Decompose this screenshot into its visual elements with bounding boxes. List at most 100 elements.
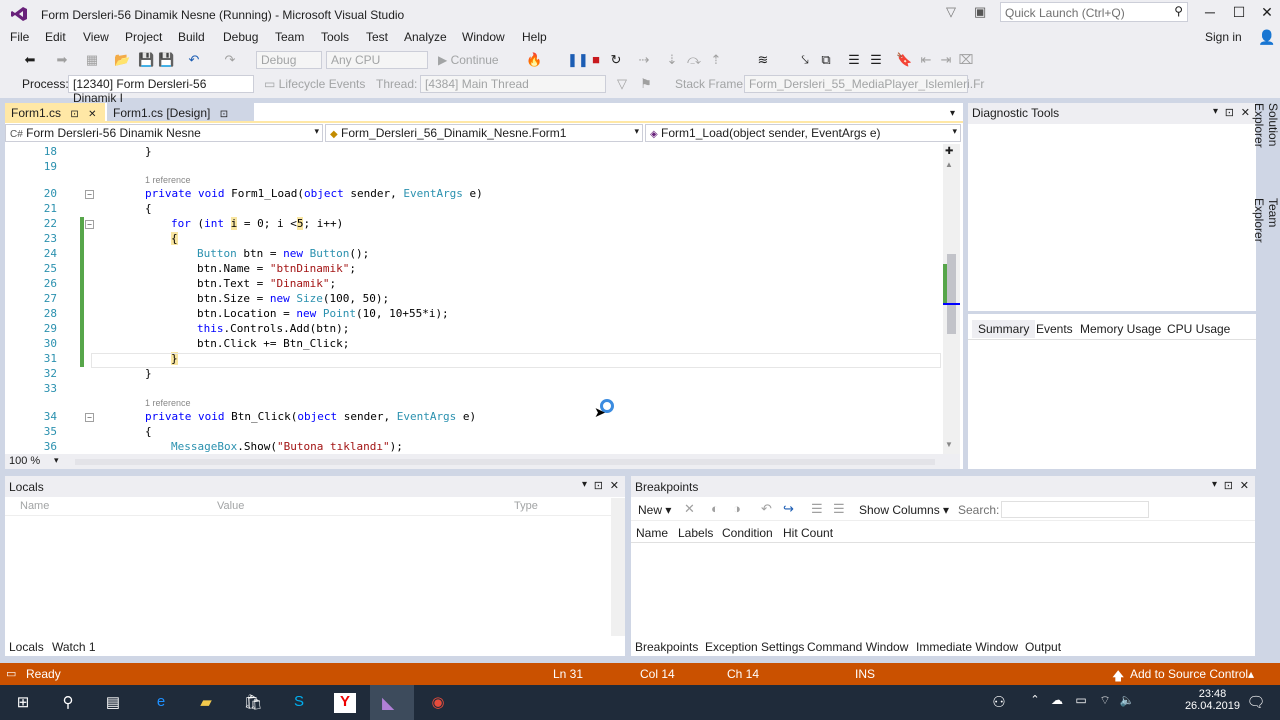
chrome-icon[interactable]: ◉ — [427, 693, 449, 713]
menu-view[interactable]: View — [83, 30, 109, 44]
project-nav-select[interactable]: C# Form Dersleri-56 Dinamik Nesne ▾ — [5, 124, 323, 142]
skype-icon[interactable]: S — [288, 693, 310, 713]
tab-exception-settings[interactable]: Exception Settings — [701, 638, 808, 656]
enable-all-icon[interactable]: ◑ — [733, 501, 741, 516]
export-icon[interactable]: ☰ — [811, 501, 823, 517]
tab-form1-cs[interactable]: Form1.cs ⊡ ✕ — [5, 103, 105, 123]
maximize-button[interactable]: ☐ — [1224, 4, 1254, 21]
collapse-icon[interactable]: − — [85, 190, 94, 199]
pin-icon[interactable]: ⊡ — [70, 109, 78, 120]
people-icon[interactable]: ⚇ — [988, 693, 1010, 713]
menu-build[interactable]: Build — [178, 30, 205, 44]
system-clock[interactable]: 23:48 26.04.2019 — [1185, 688, 1240, 712]
new-project-icon[interactable]: ▦ — [84, 52, 100, 68]
menu-debug[interactable]: Debug — [223, 30, 258, 44]
stop-icon[interactable]: ■ — [588, 52, 604, 67]
chevron-up-icon[interactable]: ▴ — [1248, 667, 1254, 681]
menu-window[interactable]: Window — [462, 30, 505, 44]
member-nav-select[interactable]: ◈ Form1_Load(object sender, EventArgs e)… — [645, 124, 961, 142]
onedrive-icon[interactable]: ☁ — [1046, 693, 1068, 713]
scroll-up-icon[interactable]: ▲ — [945, 160, 953, 169]
menu-edit[interactable]: Edit — [45, 30, 66, 44]
forward-icon[interactable]: ➡ — [54, 52, 70, 68]
locals-scrollbar[interactable] — [611, 498, 625, 636]
breakpoint-search-input[interactable] — [1001, 501, 1149, 518]
pin-icon[interactable]: ⊡ — [1224, 479, 1233, 492]
show-hidden-icons-icon[interactable]: ⌃ — [1024, 693, 1046, 713]
menu-help[interactable]: Help — [522, 30, 547, 44]
tab-events[interactable]: Events — [1036, 322, 1073, 336]
store-icon[interactable]: 🛍 — [242, 693, 264, 713]
tab-locals[interactable]: Locals — [5, 638, 48, 656]
lifecycle-events-button[interactable]: ▭ Lifecycle Events — [264, 77, 365, 91]
show-columns-button[interactable]: Show Columns ▾ — [859, 503, 949, 517]
close-icon[interactable]: ✕ — [1240, 479, 1249, 492]
menu-test[interactable]: Test — [366, 30, 388, 44]
diagnostics-icon[interactable]: ≋ — [755, 52, 771, 68]
notifications-icon[interactable]: 🗨 — [1245, 693, 1267, 713]
toolbar-icon-a[interactable]: ⤥ — [797, 52, 813, 68]
zoom-level[interactable]: 100 % — [9, 455, 40, 467]
visual-studio-taskbar-item[interactable]: ◣ — [370, 685, 414, 720]
clear-bookmark-icon[interactable]: ⌧ — [958, 52, 974, 68]
editor-vertical-scrollbar[interactable]: ✚ ▲ ▼ — [943, 144, 960, 454]
chevron-down-icon[interactable]: ▾ — [582, 479, 587, 490]
file-explorer-icon[interactable]: ▰ — [195, 693, 217, 713]
menu-team[interactable]: Team — [275, 30, 304, 44]
sign-in-link[interactable]: Sign in — [1205, 30, 1242, 44]
configuration-select[interactable]: Debug — [256, 51, 322, 69]
zoom-dropdown-icon[interactable]: ▾ — [54, 455, 59, 466]
tab-dropdown-icon[interactable]: ▾ — [950, 108, 955, 119]
reference-count[interactable]: 1 reference — [145, 398, 191, 408]
tab-cpu-usage[interactable]: CPU Usage — [1167, 322, 1230, 336]
add-to-source-control-button[interactable]: Add to Source Control — [1130, 667, 1248, 681]
pin-icon[interactable]: ⊡ — [594, 479, 603, 492]
edge-browser-icon[interactable]: e — [150, 693, 172, 713]
menu-file[interactable]: File — [10, 30, 29, 44]
split-icon[interactable]: ✚ — [945, 146, 953, 157]
collapse-icon[interactable]: − — [85, 220, 94, 229]
feedback-icon[interactable]: ▣ — [974, 4, 986, 20]
tab-immediate-window[interactable]: Immediate Window — [912, 638, 1022, 656]
reference-count[interactable]: 1 reference — [145, 175, 191, 185]
scrollbar-thumb[interactable] — [947, 254, 956, 334]
minimize-button[interactable]: ─ — [1195, 4, 1225, 20]
step-out-icon[interactable]: ⇡ — [708, 52, 724, 68]
column-hit-count[interactable]: Hit Count — [783, 526, 833, 540]
stackframe-select[interactable]: Form_Dersleri_55_MediaPlayer_Islemleri.F… — [744, 75, 984, 93]
align-left-icon[interactable]: ☰ — [846, 52, 862, 68]
side-tab-team-explorer[interactable]: Team Explorer — [1252, 198, 1280, 272]
tab-form1-design[interactable]: Form1.cs [Design] ⊡ — [107, 103, 254, 123]
show-next-statement-icon[interactable]: ⇢ — [636, 52, 652, 68]
platform-select[interactable]: Any CPU — [326, 51, 428, 69]
tab-command-window[interactable]: Command Window — [803, 638, 912, 656]
new-breakpoint-button[interactable]: New ▾ — [638, 503, 671, 517]
chevron-down-icon[interactable]: ▾ — [1213, 106, 1218, 117]
open-file-icon[interactable]: 📂 — [114, 52, 130, 68]
quick-launch-input[interactable]: Quick Launch (Ctrl+Q) ⚲ — [1000, 2, 1188, 22]
column-name[interactable]: Name — [20, 500, 49, 512]
save-all-icon[interactable]: 💾 — [158, 52, 174, 68]
hot-reload-icon[interactable]: 🔥 — [526, 52, 542, 68]
back-icon[interactable]: ⬅ — [22, 52, 38, 68]
undo-icon[interactable]: ↶ — [186, 52, 202, 68]
menu-project[interactable]: Project — [125, 30, 162, 44]
account-icon[interactable]: 👤 — [1258, 29, 1275, 46]
horizontal-scrollbar[interactable] — [75, 459, 935, 465]
restart-icon[interactable]: ↻ — [608, 52, 624, 68]
toolbar-icon-b[interactable]: ⧉ — [818, 52, 834, 68]
scroll-down-icon[interactable]: ▼ — [945, 440, 953, 449]
tab-summary[interactable]: Summary — [972, 320, 1036, 338]
prev-bookmark-icon[interactable]: ⇤ — [918, 52, 934, 68]
redo-icon[interactable]: ↷ — [222, 52, 238, 68]
close-tab-icon[interactable]: ✕ — [88, 109, 96, 120]
code-editor[interactable]: 18 19 20 21 22 23 24 25 26 27 28 29 30 3… — [5, 144, 943, 454]
continue-button[interactable]: ▶ Continue — [438, 53, 499, 67]
column-name[interactable]: Name — [636, 526, 668, 540]
pin-icon[interactable]: ⊡ — [220, 109, 228, 120]
menu-tools[interactable]: Tools — [321, 30, 349, 44]
column-labels[interactable]: Labels — [678, 526, 713, 540]
undo-breakpoint-icon[interactable]: ↶ — [761, 501, 772, 517]
bookmark-icon[interactable]: 🔖 — [896, 52, 912, 68]
tab-output[interactable]: Output — [1021, 638, 1065, 656]
